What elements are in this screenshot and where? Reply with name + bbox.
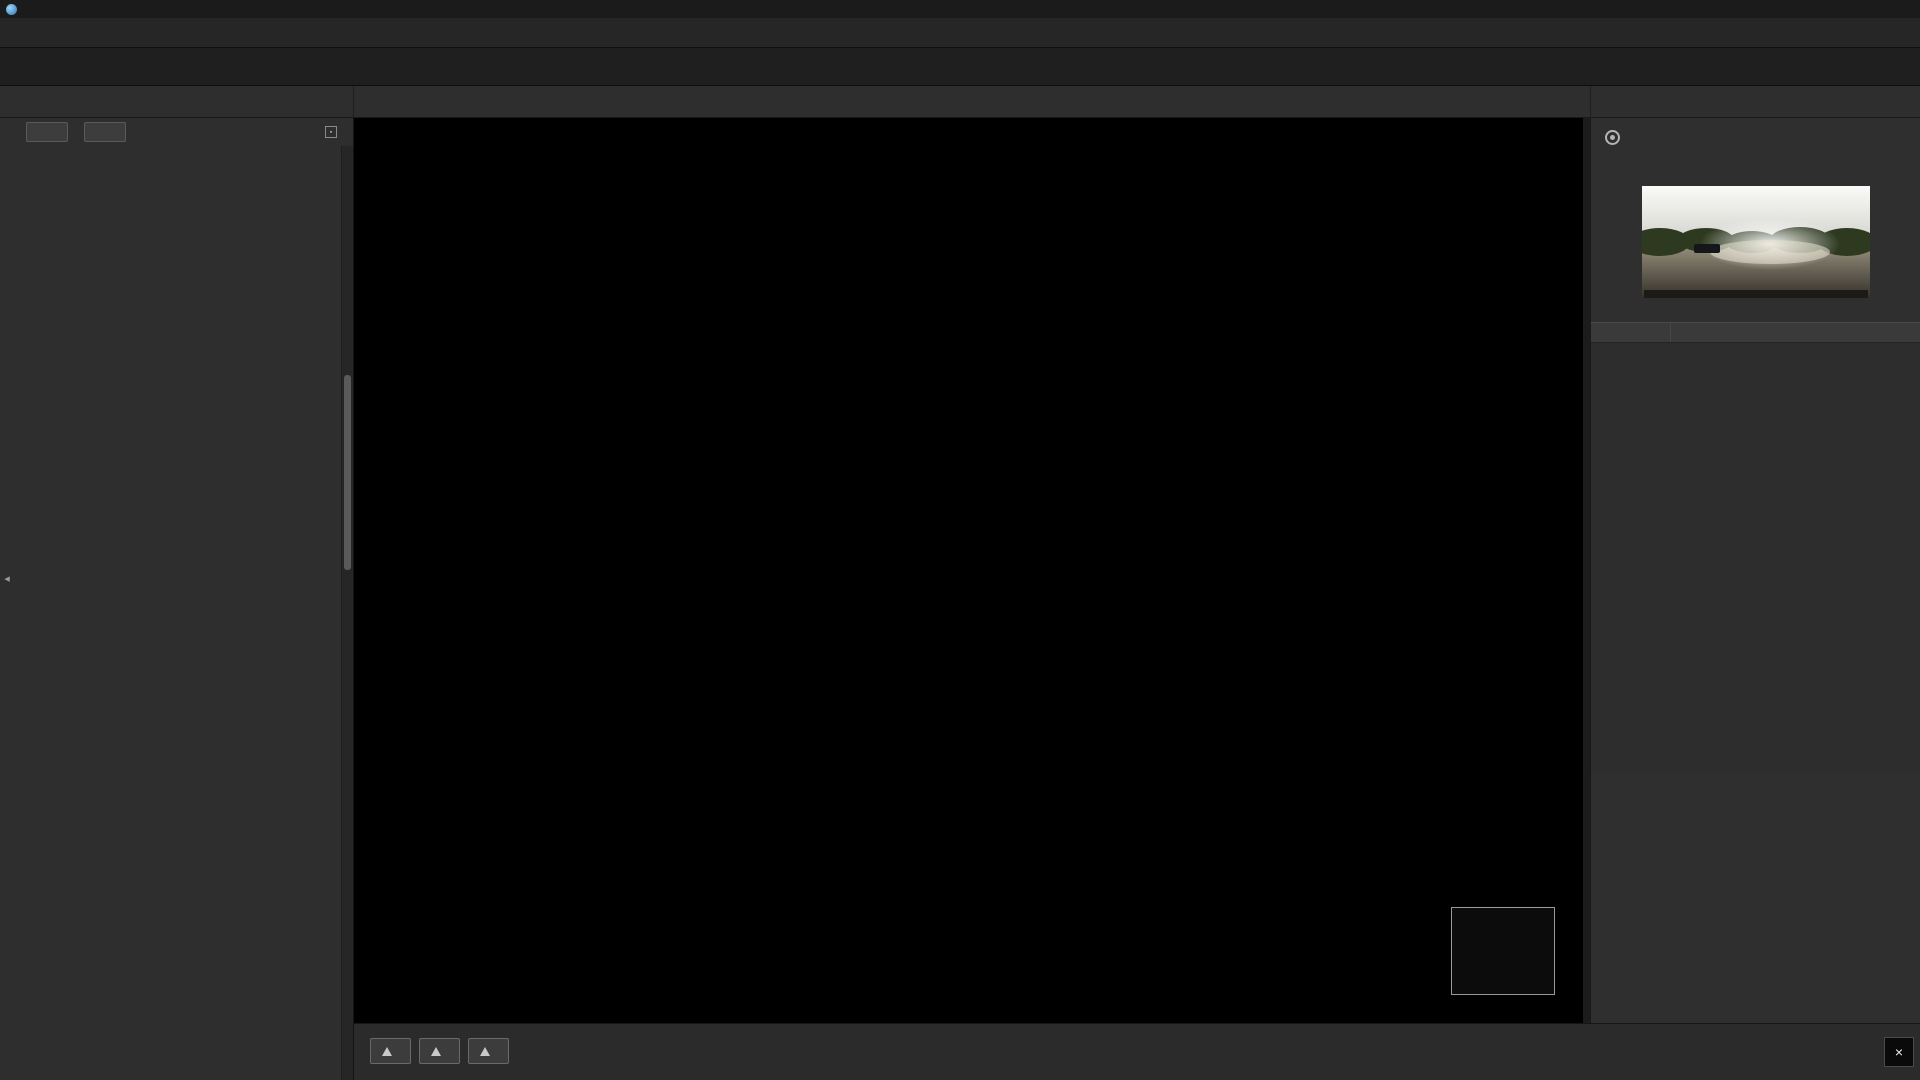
setup-header	[1591, 118, 1920, 153]
collapse-button-row: ▪	[0, 118, 353, 146]
targets-table-header	[1591, 322, 1920, 343]
status-bar: ×	[354, 1023, 1920, 1080]
registration-canvas[interactable]	[354, 118, 1583, 1023]
setup-panorama-image[interactable]	[1642, 186, 1870, 298]
sidebar-scrollbar[interactable]	[341, 146, 353, 1080]
targets-section-label	[1591, 306, 1920, 320]
setup-tree	[0, 146, 341, 1080]
sitemap-label	[1452, 991, 1554, 994]
setup-marker-icon	[431, 1047, 441, 1056]
sitemap-inset[interactable]	[1451, 907, 1555, 995]
window-titlebar	[0, 0, 1920, 18]
collapse-bundle-button[interactable]	[26, 122, 68, 142]
window-controls	[1812, 0, 1920, 18]
setup-info	[1591, 153, 1920, 170]
close-button[interactable]	[1884, 0, 1920, 18]
tool-row	[0, 86, 1920, 118]
setup-target-icon	[1605, 130, 1620, 145]
image-section-label	[1591, 170, 1920, 184]
targets-table-body	[1591, 343, 1920, 773]
panel-tab-row	[1590, 86, 1920, 117]
setup-marker-icon	[382, 1047, 392, 1056]
sidebar-tool-tabs	[0, 86, 354, 117]
project-explorer-sidebar: ▪	[0, 118, 354, 1080]
column-name[interactable]	[1591, 323, 1671, 342]
collapse-all-button[interactable]	[84, 122, 126, 142]
canvas-toolbar	[354, 86, 1590, 117]
scrollbar-thumb[interactable]	[344, 375, 351, 570]
minimize-button[interactable]	[1812, 0, 1848, 18]
sitemap-thumbnail	[1452, 908, 1554, 991]
panel-layout-icon[interactable]	[1890, 86, 1920, 117]
pointcloud-map	[354, 118, 1583, 1023]
menu-toolbar	[0, 18, 1920, 48]
setup-marker-icon	[480, 1047, 490, 1056]
app-icon	[6, 4, 17, 15]
properties-panel	[1590, 118, 1920, 1023]
show-hide-setup-clouds-button[interactable]	[419, 1038, 460, 1064]
canvas-actions	[370, 1038, 509, 1064]
expand-panel-icon[interactable]: ▪	[325, 126, 337, 138]
dismiss-message-button[interactable]: ×	[1884, 1037, 1914, 1067]
delete-links-button[interactable]	[468, 1038, 509, 1064]
panorama-svg	[1642, 186, 1870, 298]
delete-setups-button[interactable]	[370, 1038, 411, 1064]
sidebar-collapse-arrow[interactable]: ◂	[0, 560, 14, 596]
maximize-button[interactable]	[1848, 0, 1884, 18]
workflow-bar	[0, 48, 1920, 86]
